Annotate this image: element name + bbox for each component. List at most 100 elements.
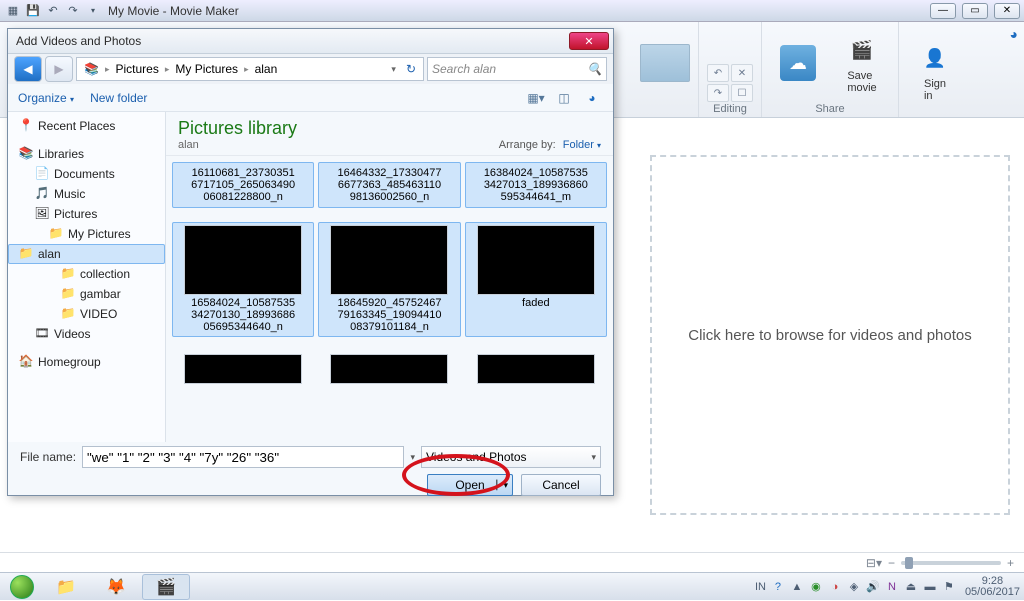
sign-in-button[interactable]: 👤 Sign in — [907, 40, 963, 102]
save-movie-label: Save movie — [847, 70, 876, 94]
view-mode-button[interactable]: ▦▾ — [525, 88, 547, 108]
maximize-button[interactable]: ▭ — [962, 3, 988, 19]
folder-icon: 🏠 — [18, 354, 34, 370]
zoom-in-button[interactable]: + — [1007, 556, 1014, 570]
zoom-out-button[interactable]: − — [888, 556, 895, 570]
tray-usb-icon[interactable]: ⏏ — [904, 580, 918, 594]
cloud-icon: ☁ — [780, 45, 816, 81]
folder-icon: 📁 — [48, 226, 64, 242]
tree-item-alan[interactable]: 📁alan — [8, 244, 165, 264]
file-type-filter[interactable]: Videos and Photos▾ — [421, 446, 601, 468]
thumbnail — [184, 354, 302, 384]
preview-pane-button[interactable]: ◫ — [553, 88, 575, 108]
taskbar-explorer[interactable]: 📁 — [42, 574, 90, 600]
cancel-button[interactable]: Cancel — [521, 474, 601, 496]
save-movie-button[interactable]: 🎬 Save movie — [834, 32, 890, 94]
breadcrumb-2[interactable]: My Pictures — [172, 62, 241, 76]
save-icon[interactable]: 💾 — [24, 2, 42, 20]
tree-item-recent-places[interactable]: 📍Recent Places — [8, 116, 165, 136]
back-button[interactable]: ◀ — [14, 56, 42, 82]
minimize-button[interactable]: — — [930, 3, 956, 19]
tray-shield-icon[interactable]: ◉ — [809, 580, 823, 594]
tray-volume-icon[interactable]: 🔊 — [866, 580, 880, 594]
tray-help-icon[interactable]: ? — [771, 580, 785, 594]
dialog-toolbar: Organize ▾ New folder ▦▾ ◫ ◕ — [8, 84, 613, 112]
thumbnail — [477, 354, 595, 384]
ribbon-group-editing: Editing — [713, 103, 747, 115]
file-item[interactable]: 16110681_237303516717105_265063490060812… — [172, 162, 314, 208]
search-icon: 🔍 — [587, 62, 602, 76]
redo-icon[interactable]: ↷ — [64, 2, 82, 20]
breadcrumb-1[interactable]: Pictures — [112, 62, 161, 76]
file-item[interactable]: 16584024_1058753534270130_18993686056953… — [172, 222, 314, 336]
folder-icon: 🎵 — [34, 186, 50, 202]
taskbar-moviemaker[interactable]: 🎬 — [142, 574, 190, 600]
tray-clock[interactable]: 9:28 05/06/2017 — [965, 576, 1020, 598]
tray-battery-icon[interactable]: ▬ — [923, 580, 937, 594]
dialog-close-button[interactable]: ✕ — [569, 32, 609, 50]
file-item[interactable]: 16384024_105875353427013_189936860595344… — [465, 162, 607, 208]
file-item[interactable] — [318, 351, 460, 389]
folder-icon: 📁 — [60, 266, 76, 282]
library-subtitle: alan — [178, 139, 499, 151]
new-folder-button[interactable]: New folder — [90, 91, 147, 105]
tree-item-music[interactable]: 🎵Music — [8, 184, 165, 204]
refresh-icon[interactable]: ↻ — [403, 62, 419, 76]
folder-icon: 📁 — [60, 286, 76, 302]
breadcrumb[interactable]: 📚▸ Pictures▸ My Pictures▸ alan ▾ ↻ — [76, 57, 424, 81]
tray-flag-icon[interactable]: ▲ — [790, 580, 804, 594]
organize-menu[interactable]: Organize ▾ — [18, 91, 74, 105]
file-item[interactable]: faded — [465, 222, 607, 336]
tree-item-videos[interactable]: 🎞Videos — [8, 324, 165, 344]
browse-placeholder[interactable]: Click here to browse for videos and phot… — [650, 155, 1010, 515]
thumbnail — [477, 225, 595, 295]
file-item[interactable]: 16464332_173304776677363_485463110981360… — [318, 162, 460, 208]
tree-item-video[interactable]: 📁VIDEO — [8, 304, 165, 324]
help-button[interactable]: ◕ — [581, 88, 603, 108]
ribbon-group-caption — [663, 103, 666, 115]
qat-dropdown-icon[interactable]: ▾ — [84, 2, 102, 20]
dialog-nav: ◀ ▶ 📚▸ Pictures▸ My Pictures▸ alan ▾ ↻ S… — [8, 54, 613, 84]
open-button[interactable]: Open▏▾ — [427, 474, 513, 496]
file-item[interactable] — [465, 351, 607, 389]
tray-language[interactable]: IN — [755, 581, 766, 593]
arrange-label: Arrange by: — [499, 139, 556, 151]
edit-remove-icon[interactable]: ✕ — [731, 64, 753, 82]
tree-item-gambar[interactable]: 📁gambar — [8, 284, 165, 304]
tree-item-pictures[interactable]: 🖼Pictures — [8, 204, 165, 224]
nav-tree[interactable]: 📍Recent Places 📚Libraries📄Documents🎵Music… — [8, 112, 166, 442]
app-menu-icon[interactable]: ▦ — [4, 2, 22, 20]
tree-item-documents[interactable]: 📄Documents — [8, 164, 165, 184]
tree-item-my-pictures[interactable]: 📁My Pictures — [8, 224, 165, 244]
forward-button[interactable]: ▶ — [45, 56, 73, 82]
zoom-bar: ⊟▾ − + — [0, 552, 1024, 572]
zoom-icon: ⊟▾ — [866, 556, 882, 570]
close-button[interactable]: ✕ — [994, 3, 1020, 19]
edit-rotate-right-icon[interactable]: ↷ — [707, 84, 729, 102]
start-button[interactable] — [4, 573, 40, 601]
browse-placeholder-text: Click here to browse for videos and phot… — [688, 327, 971, 344]
folder-icon: 📍 — [18, 118, 34, 134]
file-name-input[interactable] — [82, 446, 404, 468]
tree-item-libraries[interactable]: 📚Libraries — [8, 144, 165, 164]
tray-network-icon[interactable]: ◈ — [847, 580, 861, 594]
window-titlebar: ▦ 💾 ↶ ↷ ▾ My Movie - Movie Maker — ▭ ✕ — [0, 0, 1024, 22]
tray-onenote-icon[interactable]: N — [885, 580, 899, 594]
share-cloud-button[interactable]: ☁ — [770, 45, 826, 81]
tree-item-collection[interactable]: 📁collection — [8, 264, 165, 284]
tray-action-center-icon[interactable]: ⚑ — [942, 580, 956, 594]
edit-rotate-left-icon[interactable]: ↶ — [707, 64, 729, 82]
help-icon[interactable]: ◕ — [1010, 26, 1018, 42]
edit-select-all-icon[interactable]: ☐ — [731, 84, 753, 102]
breadcrumb-3[interactable]: alan — [252, 62, 281, 76]
file-grid[interactable]: 16110681_237303516717105_265063490060812… — [166, 156, 613, 442]
file-item[interactable] — [172, 351, 314, 389]
search-input[interactable]: Search alan 🔍 — [427, 57, 607, 81]
file-item[interactable]: 18645920_4575246779163345_19094410083791… — [318, 222, 460, 336]
tree-item-homegroup[interactable]: 🏠Homegroup — [8, 352, 165, 372]
undo-icon[interactable]: ↶ — [44, 2, 62, 20]
zoom-slider[interactable] — [901, 561, 1001, 565]
taskbar-firefox[interactable]: 🦊 — [92, 574, 140, 600]
arrange-by-dropdown[interactable]: Folder ▾ — [563, 139, 601, 151]
tray-sync-icon[interactable]: ◑ — [828, 580, 842, 594]
